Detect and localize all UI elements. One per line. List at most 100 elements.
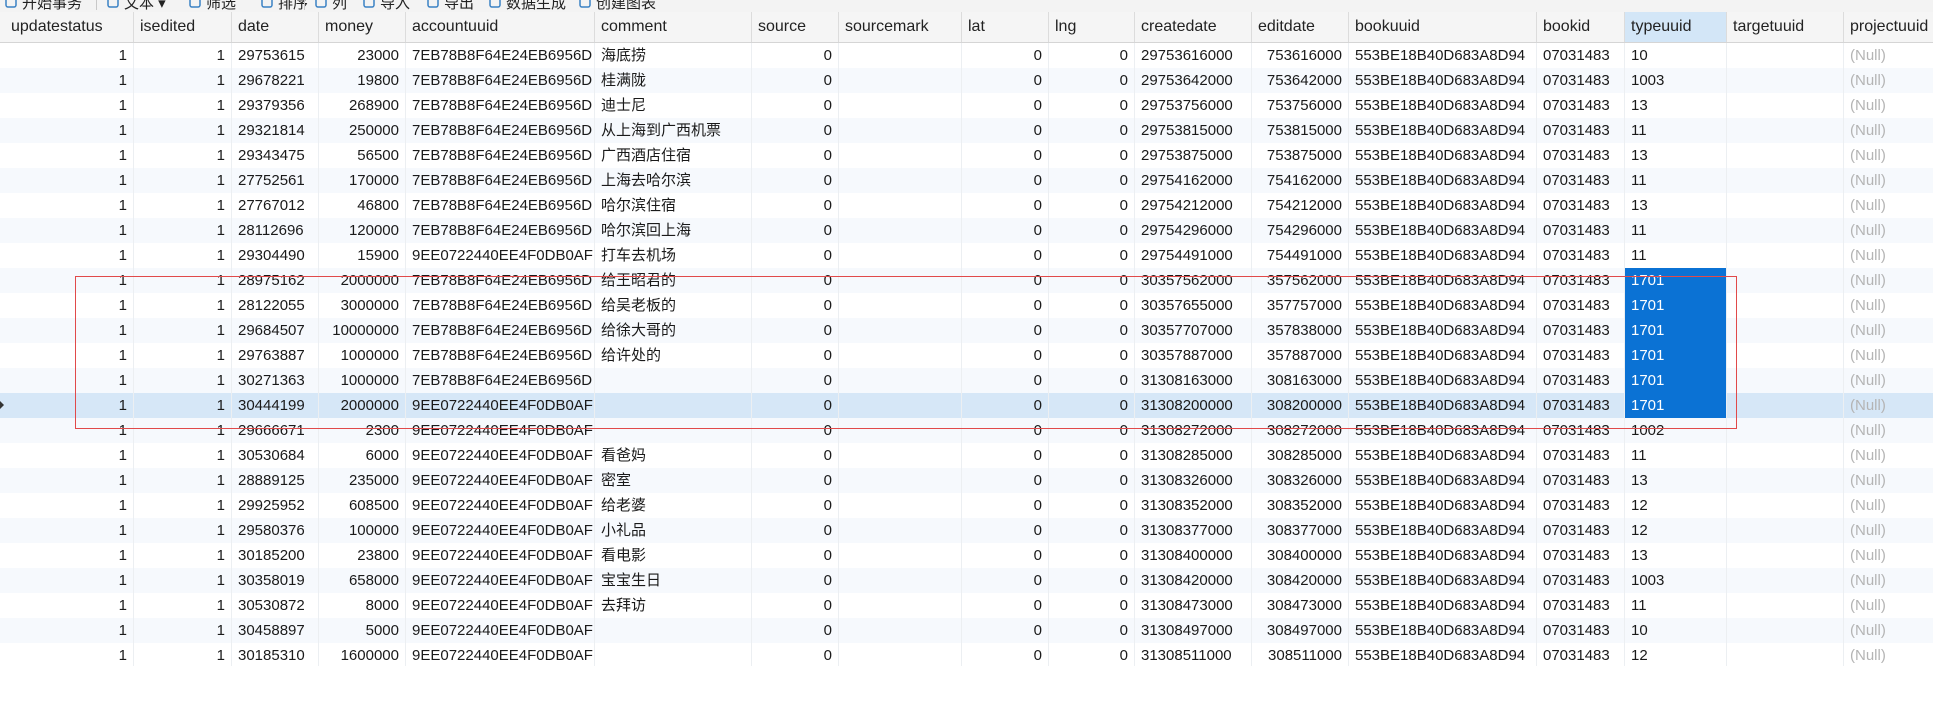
column-header-accountuuid[interactable]: accountuuid	[406, 12, 595, 42]
cell-source[interactable]: 0	[752, 343, 839, 368]
cell-bookuuid[interactable]: 553BE18B40D683A8D94	[1349, 443, 1537, 468]
cell-accountuuid[interactable]: 7EB78B8F64E24EB6956D	[406, 68, 595, 93]
cell-comment[interactable]: 小礼品	[595, 518, 752, 543]
cell-lng[interactable]: 0	[1049, 568, 1135, 593]
cell-bookid[interactable]: 07031483	[1537, 168, 1625, 193]
cell-lng[interactable]: 0	[1049, 243, 1135, 268]
cell-createdate[interactable]: 29753616000	[1135, 43, 1252, 68]
cell-isedited[interactable]: 1	[134, 318, 232, 343]
cell-bookid[interactable]: 07031483	[1537, 368, 1625, 393]
cell-date[interactable]: 29763887	[232, 343, 319, 368]
cell-comment[interactable]	[595, 643, 752, 666]
cell-lat[interactable]: 0	[962, 493, 1049, 518]
cell-isedited[interactable]: 1	[134, 193, 232, 218]
cell-editdate[interactable]: 754296000	[1252, 218, 1349, 243]
cell-projectuuid[interactable]: (Null)	[1844, 318, 1933, 343]
cell-targetuuid[interactable]	[1727, 293, 1844, 318]
cell-comment[interactable]	[595, 418, 752, 443]
cell-editdate[interactable]: 308473000	[1252, 593, 1349, 618]
cell-lat[interactable]: 0	[962, 618, 1049, 643]
cell-lat[interactable]: 0	[962, 293, 1049, 318]
cell-accountuuid[interactable]: 7EB78B8F64E24EB6956D	[406, 193, 595, 218]
toolbar-button-create-chart[interactable]: 创建图表	[578, 0, 656, 12]
cell-lat[interactable]: 0	[962, 568, 1049, 593]
cell-accountuuid[interactable]: 9EE0722440EE4F0DB0AF	[406, 543, 595, 568]
cell-source[interactable]: 0	[752, 368, 839, 393]
table-row[interactable]: 1 1 30530872 8000 9EE0722440EE4F0DB0AF 去拜访 0 0 0…	[0, 593, 1933, 618]
cell-typeuuid[interactable]: 1701	[1625, 393, 1727, 418]
cell-comment[interactable]: 桂满陇	[595, 68, 752, 93]
cell-comment[interactable]	[595, 618, 752, 643]
cell-sourcemark[interactable]	[839, 568, 962, 593]
cell-updatestatus[interactable]: 1	[5, 518, 134, 543]
cell-editdate[interactable]: 308420000	[1252, 568, 1349, 593]
cell-date[interactable]: 29304490	[232, 243, 319, 268]
cell-lng[interactable]: 0	[1049, 343, 1135, 368]
cell-isedited[interactable]: 1	[134, 543, 232, 568]
cell-money[interactable]: 1000000	[319, 343, 406, 368]
cell-sourcemark[interactable]	[839, 393, 962, 418]
cell-targetuuid[interactable]	[1727, 393, 1844, 418]
cell-typeuuid[interactable]: 11	[1625, 218, 1727, 243]
cell-bookid[interactable]: 07031483	[1537, 318, 1625, 343]
cell-createdate[interactable]: 31308200000	[1135, 393, 1252, 418]
column-header-money[interactable]: money	[319, 12, 406, 42]
cell-lat[interactable]: 0	[962, 193, 1049, 218]
cell-comment[interactable]: 哈尔滨回上海	[595, 218, 752, 243]
cell-isedited[interactable]: 1	[134, 243, 232, 268]
table-row[interactable]: 1 1 29763887 1000000 7EB78B8F64E24EB6956D 给许处…	[0, 343, 1933, 368]
cell-lat[interactable]: 0	[962, 43, 1049, 68]
table-row[interactable]: 1 1 30530684 6000 9EE0722440EE4F0DB0AF 看爸妈 0 0 0…	[0, 443, 1933, 468]
column-header-typeuuid[interactable]: typeuuid	[1625, 12, 1727, 42]
cell-typeuuid[interactable]: 11	[1625, 443, 1727, 468]
cell-createdate[interactable]: 29754491000	[1135, 243, 1252, 268]
cell-date[interactable]: 30185310	[232, 643, 319, 666]
cell-bookuuid[interactable]: 553BE18B40D683A8D94	[1349, 493, 1537, 518]
cell-targetuuid[interactable]	[1727, 443, 1844, 468]
cell-updatestatus[interactable]: 1	[5, 93, 134, 118]
cell-money[interactable]: 100000	[319, 518, 406, 543]
cell-bookid[interactable]: 07031483	[1537, 418, 1625, 443]
cell-source[interactable]: 0	[752, 493, 839, 518]
cell-bookid[interactable]: 07031483	[1537, 43, 1625, 68]
cell-accountuuid[interactable]: 9EE0722440EE4F0DB0AF	[406, 518, 595, 543]
cell-date[interactable]: 29678221	[232, 68, 319, 93]
cell-date[interactable]: 30530684	[232, 443, 319, 468]
cell-typeuuid[interactable]: 13	[1625, 543, 1727, 568]
cell-money[interactable]: 120000	[319, 218, 406, 243]
cell-typeuuid[interactable]: 13	[1625, 468, 1727, 493]
cell-typeuuid[interactable]: 1701	[1625, 293, 1727, 318]
cell-lng[interactable]: 0	[1049, 43, 1135, 68]
cell-typeuuid[interactable]: 11	[1625, 168, 1727, 193]
cell-updatestatus[interactable]: 1	[5, 293, 134, 318]
cell-isedited[interactable]: 1	[134, 443, 232, 468]
cell-createdate[interactable]: 31308163000	[1135, 368, 1252, 393]
cell-bookid[interactable]: 07031483	[1537, 468, 1625, 493]
cell-editdate[interactable]: 754212000	[1252, 193, 1349, 218]
cell-date[interactable]: 29753615	[232, 43, 319, 68]
cell-projectuuid[interactable]: (Null)	[1844, 593, 1933, 618]
cell-createdate[interactable]: 30357655000	[1135, 293, 1252, 318]
cell-updatestatus[interactable]: 1	[5, 268, 134, 293]
cell-projectuuid[interactable]: (Null)	[1844, 568, 1933, 593]
cell-money[interactable]: 23000	[319, 43, 406, 68]
cell-source[interactable]: 0	[752, 68, 839, 93]
cell-accountuuid[interactable]: 7EB78B8F64E24EB6956D	[406, 293, 595, 318]
cell-editdate[interactable]: 754162000	[1252, 168, 1349, 193]
cell-accountuuid[interactable]: 7EB78B8F64E24EB6956D	[406, 268, 595, 293]
cell-typeuuid[interactable]: 11	[1625, 593, 1727, 618]
table-row[interactable]: 1 1 28975162 2000000 7EB78B8F64E24EB6956D 给王昭…	[0, 268, 1933, 293]
cell-accountuuid[interactable]: 9EE0722440EE4F0DB0AF	[406, 468, 595, 493]
cell-typeuuid[interactable]: 1701	[1625, 343, 1727, 368]
cell-accountuuid[interactable]: 7EB78B8F64E24EB6956D	[406, 118, 595, 143]
cell-lng[interactable]: 0	[1049, 443, 1135, 468]
cell-lng[interactable]: 0	[1049, 468, 1135, 493]
cell-createdate[interactable]: 29754162000	[1135, 168, 1252, 193]
cell-editdate[interactable]: 308326000	[1252, 468, 1349, 493]
cell-updatestatus[interactable]: 1	[5, 343, 134, 368]
cell-bookid[interactable]: 07031483	[1537, 543, 1625, 568]
cell-lng[interactable]: 0	[1049, 643, 1135, 666]
cell-projectuuid[interactable]: (Null)	[1844, 468, 1933, 493]
cell-typeuuid[interactable]: 13	[1625, 143, 1727, 168]
cell-isedited[interactable]: 1	[134, 518, 232, 543]
